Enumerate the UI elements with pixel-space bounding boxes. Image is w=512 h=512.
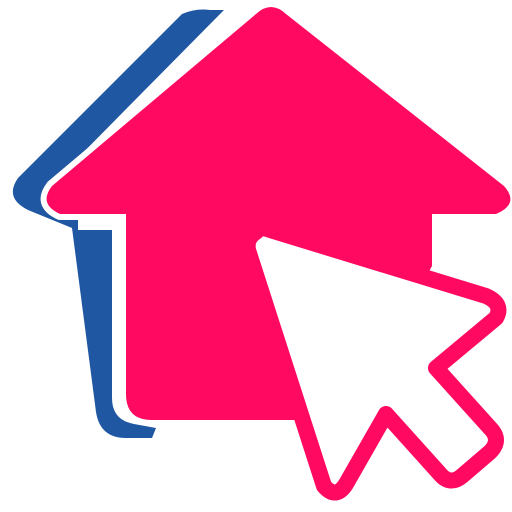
cursor-arrow-icon <box>239 220 507 501</box>
logo-canvas <box>0 0 512 512</box>
home-click-icon <box>12 1 512 501</box>
